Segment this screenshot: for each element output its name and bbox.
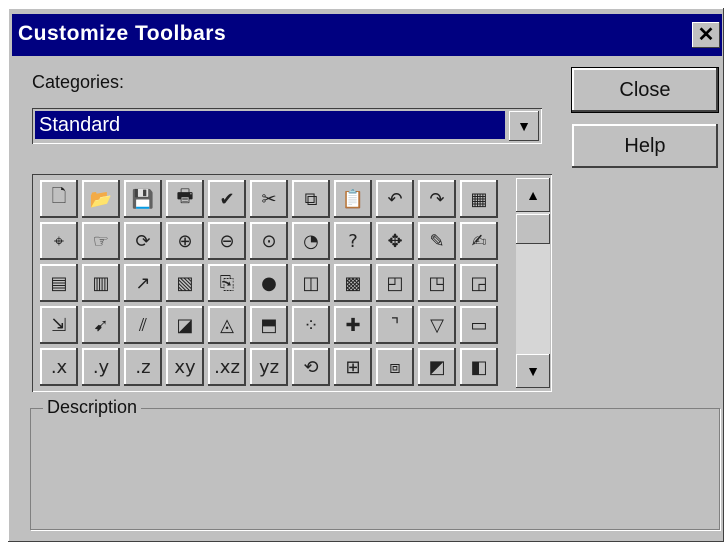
scroll-thumb[interactable] <box>516 214 550 244</box>
corner-line-icon[interactable]: ⌝ <box>376 306 414 344</box>
view-3d-grid-icon[interactable]: ⊞ <box>334 348 372 386</box>
edit-notes-icon[interactable]: ✍ <box>460 222 498 260</box>
undo-icon[interactable]: ↶ <box>376 180 414 218</box>
select-region-icon[interactable]: ◲ <box>460 264 498 302</box>
select-objects-icon[interactable]: ⌖ <box>40 222 78 260</box>
cube-icon[interactable]: ◩ <box>418 348 456 386</box>
zoom-in-icon[interactable]: ⊕ <box>166 222 204 260</box>
toolbar-icon-grid: 🗋 📂 💾 🖶 ✔ ✂ ⧉ 📋 ↶ ↷ ▦ ⌖ ☞ ⟳ ⊕ ⊖ ⊙ ◔? ✥ ✎ ✍ ▤ ▥ ↗ ▧ ⎘ ● ◫ ▩ ◰ ◳ ◲ ⇲ ➹ ⫽ ◪ ◬ ⬒ ⁘… <box>38 178 510 388</box>
plane-yz-icon[interactable]: yz <box>250 348 288 386</box>
zoom-out-icon[interactable]: ⊖ <box>208 222 246 260</box>
customize-toolbars-dialog: Customize Toolbars ✕ Categories: Standar… <box>8 8 724 542</box>
page-select-icon[interactable]: ◪ <box>166 306 204 344</box>
print-icon[interactable]: 🖶 <box>166 180 204 218</box>
calculator-icon[interactable]: ▦ <box>460 180 498 218</box>
pointer-red-icon[interactable]: ➹ <box>82 306 120 344</box>
triangle-select-icon[interactable]: ◬ <box>208 306 246 344</box>
color-chart-icon[interactable]: ▩ <box>334 264 372 302</box>
view-3d-layers-icon[interactable]: ⧈ <box>376 348 414 386</box>
close-window-icon[interactable]: ✕ <box>692 22 720 48</box>
pan-move-icon[interactable]: ✥ <box>376 222 414 260</box>
scroll-down-icon[interactable]: ▼ <box>516 354 550 388</box>
columns-icon[interactable]: ▥ <box>82 264 120 302</box>
clipboard-blank-icon[interactable]: ▭ <box>460 306 498 344</box>
inspect-icon[interactable]: ◳ <box>418 264 456 302</box>
chevron-down-icon[interactable]: ▼ <box>509 111 539 141</box>
description-group: Description <box>30 397 720 530</box>
redo-icon[interactable]: ↷ <box>418 180 456 218</box>
plane-xz-icon[interactable]: .xz <box>208 348 246 386</box>
transform-icon[interactable]: ⇲ <box>40 306 78 344</box>
open-folder-icon[interactable]: 📂 <box>82 180 120 218</box>
select-hand-icon[interactable]: ☞ <box>82 222 120 260</box>
spellcheck-icon[interactable]: ✔ <box>208 180 246 218</box>
region-select-icon[interactable]: ⬒ <box>250 306 288 344</box>
help-button[interactable]: Help <box>572 124 718 168</box>
zoom-window-icon[interactable]: ⊙ <box>250 222 288 260</box>
split-view-icon[interactable]: ◫ <box>292 264 330 302</box>
cut-scissors-icon[interactable]: ✂ <box>250 180 288 218</box>
axis-z-icon[interactable]: .z <box>124 348 162 386</box>
axis-y-icon[interactable]: .y <box>82 348 120 386</box>
categories-dropdown[interactable]: Standard ▼ <box>32 108 542 144</box>
description-label: Description <box>43 397 142 418</box>
layers-icon[interactable]: ◰ <box>376 264 414 302</box>
plane-xy-icon[interactable]: xy <box>166 348 204 386</box>
rotate-view-icon[interactable]: ⟳ <box>124 222 162 260</box>
graph-icon[interactable]: ↗ <box>124 264 162 302</box>
scroll-up-icon[interactable]: ▲ <box>516 178 550 212</box>
zoom-dynamic-icon[interactable]: ◔ <box>292 222 330 260</box>
categories-label: Categories: <box>32 72 125 92</box>
window-title: Customize Toolbars <box>18 22 227 45</box>
vertical-scrollbar[interactable]: ▲ ▼ <box>516 178 550 388</box>
data-sheet-icon[interactable]: ▧ <box>166 264 204 302</box>
title-bar: Customize Toolbars ✕ <box>12 14 722 56</box>
close-button[interactable]: Close <box>571 67 719 113</box>
attach-icon[interactable]: ⎘ <box>208 264 246 302</box>
view-3d-rotate-icon[interactable]: ⟲ <box>292 348 330 386</box>
axis-x-icon[interactable]: .x <box>40 348 78 386</box>
copy-icon[interactable]: ⧉ <box>292 180 330 218</box>
filter-funnel-icon[interactable]: ▽ <box>418 306 456 344</box>
toolbar-icon-panel: 🗋 📂 💾 🖶 ✔ ✂ ⧉ 📋 ↶ ↷ ▦ ⌖ ☞ ⟳ ⊕ ⊖ ⊙ ◔? ✥ ✎ ✍ ▤ ▥ ↗ ▧ ⎘ ● ◫ ▩ ◰ ◳ ◲ ⇲ ➹ ⫽ ◪ ◬ ⬒ ⁘… <box>32 174 552 392</box>
paste-icon[interactable]: 📋 <box>334 180 372 218</box>
run-green-icon[interactable]: ● <box>250 264 288 302</box>
save-disk-icon[interactable]: 💾 <box>124 180 162 218</box>
new-document-icon[interactable]: 🗋 <box>40 180 78 218</box>
add-point-icon[interactable]: ✚ <box>334 306 372 344</box>
table-icon[interactable]: ▤ <box>40 264 78 302</box>
categories-selected-value[interactable]: Standard <box>35 111 505 139</box>
scatter-select-icon[interactable]: ⁘ <box>292 306 330 344</box>
cube-solid-icon[interactable]: ◧ <box>460 348 498 386</box>
help-question-icon[interactable]: ? <box>334 222 372 260</box>
hatch-select-icon[interactable]: ⫽ <box>124 306 162 344</box>
edit-pencil-icon[interactable]: ✎ <box>418 222 456 260</box>
